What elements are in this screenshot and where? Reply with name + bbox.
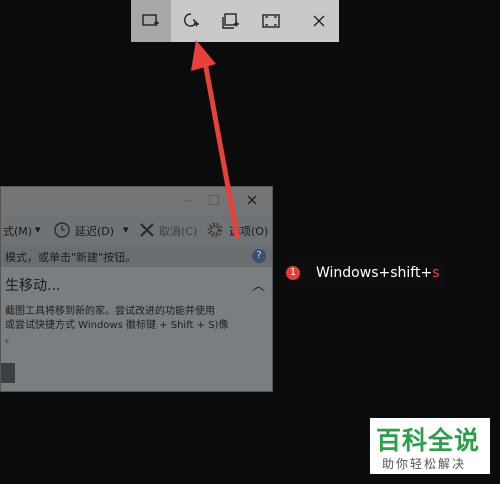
tag-text: Windows+shift+s [316,265,439,281]
red-arrow [191,40,240,239]
shortcut-tag: 1 Windows+shift+s [284,259,445,287]
tag-suffix: s [432,265,440,281]
tag-number-badge: 1 [286,266,300,280]
watermark-logo: 百科全说 助你轻松解决 [370,418,490,474]
watermark-sub: 助你轻松解决 [382,457,467,471]
watermark-main: 百科全说 [376,426,481,455]
tag-shortcut: Windows+shift+ [316,265,433,281]
arrow-shaft [202,59,240,239]
arrow-head [191,40,216,71]
